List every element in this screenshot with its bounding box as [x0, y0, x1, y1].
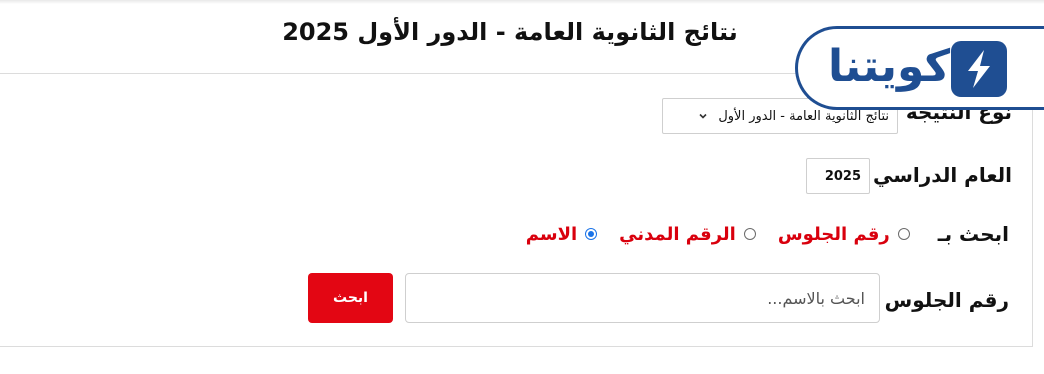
radio-civil-id-label: الرقم المدني	[619, 223, 736, 245]
radio-name[interactable]	[585, 228, 598, 240]
page-title: نتائج الثانوية العامة - الدور الأول 2025	[282, 18, 738, 46]
logo-text: كويتنا	[828, 41, 951, 92]
radio-name-label: الاسم	[525, 223, 578, 245]
radio-civil-id[interactable]	[743, 228, 756, 240]
academic-year-select[interactable]: 2025	[806, 158, 870, 194]
page: نتائج الثانوية العامة - الدور الأول 2025…	[0, 0, 1044, 374]
search-button[interactable]: ابحث	[308, 273, 393, 323]
lightning-bolt-icon	[951, 41, 1007, 97]
seat-number-label: رقم الجلوس	[884, 288, 1009, 312]
radio-option-civil-id[interactable]: الرقم المدني	[619, 224, 756, 245]
chevron-down-icon	[699, 113, 707, 119]
radio-option-seat-number[interactable]: رقم الجلوس	[778, 224, 910, 245]
top-shadow	[0, 0, 1044, 4]
radio-seat-number-label: رقم الجلوس	[777, 223, 890, 245]
academic-year-selected: 2025	[824, 168, 861, 184]
search-by-label: ابحث بـ	[937, 222, 1009, 246]
radio-option-name[interactable]: الاسم	[525, 223, 598, 245]
academic-year-label: العام الدراسي	[873, 163, 1012, 187]
site-logo[interactable]: كويتنا	[795, 26, 1044, 110]
radio-seat-number[interactable]	[897, 228, 910, 240]
search-input[interactable]	[405, 273, 880, 323]
search-by-group: ابحث بـ رقم الجلوس الرقم المدني الاسم	[504, 222, 1009, 246]
result-type-selected: نتائج الثانوية العامة - الدور الأول	[718, 108, 889, 124]
